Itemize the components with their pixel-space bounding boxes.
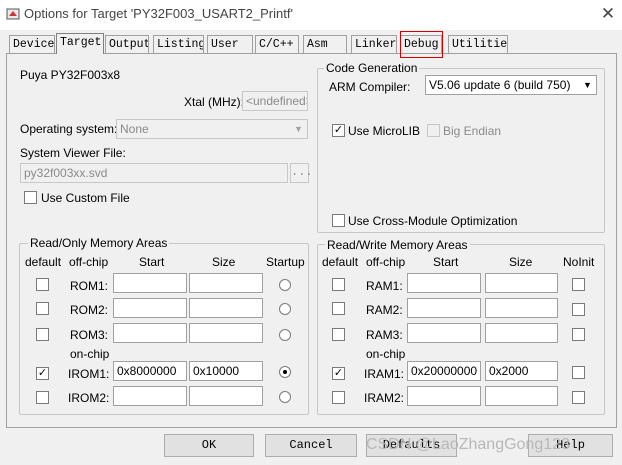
custom-file-label: Use Custom File	[41, 191, 130, 205]
rw-onchip-label: on-chip	[366, 347, 406, 361]
ok-button[interactable]: OK	[164, 434, 254, 457]
ram3-default-checkbox[interactable]	[332, 328, 345, 341]
ro-header-start: Start	[139, 255, 165, 269]
compiler-select[interactable]: V5.06 update 6 (build 750) ▼	[425, 75, 597, 95]
chevron-down-icon: ▼	[294, 124, 303, 134]
ram1-noinit-checkbox[interactable]	[572, 278, 585, 291]
irom2-default-checkbox[interactable]	[36, 391, 49, 404]
rom2-startup-radio[interactable]	[279, 303, 291, 315]
microlib-label: Use MicroLIB	[348, 124, 421, 138]
ram3-noinit-checkbox[interactable]	[572, 328, 585, 341]
ram1-start-input[interactable]	[407, 273, 481, 293]
ro-memory-title: Read/Only Memory Areas	[28, 236, 170, 250]
compiler-value: V5.06 update 6 (build 750)	[429, 78, 571, 92]
rom1-default-checkbox[interactable]	[36, 278, 49, 291]
rom3-label: ROM3:	[70, 328, 109, 342]
rom2-start-input[interactable]	[113, 298, 187, 318]
xtal-input[interactable]: <undefined>	[242, 91, 308, 111]
ram2-size-input[interactable]	[485, 298, 558, 318]
rom2-label: ROM2:	[70, 303, 109, 317]
ram2-default-checkbox[interactable]	[332, 302, 345, 315]
iram2-start-input[interactable]	[407, 386, 481, 406]
rom3-default-checkbox[interactable]	[36, 328, 49, 341]
rom1-label: ROM1:	[70, 279, 109, 293]
cancel-button[interactable]: Cancel	[265, 434, 357, 457]
browse-button[interactable]: ...	[290, 163, 313, 183]
rw-header-start: Start	[433, 255, 459, 269]
ram1-label: RAM1:	[366, 279, 403, 293]
irom1-size-input[interactable]: 0x10000	[189, 361, 263, 381]
ram1-size-input[interactable]	[485, 273, 558, 293]
watermark: CSDN @LaoZhangGong123	[366, 436, 570, 453]
chevron-down-icon: ▼	[583, 80, 592, 90]
irom2-start-input[interactable]	[113, 386, 187, 406]
svf-input[interactable]: py32f003xx.svd	[20, 163, 288, 183]
rw-header-noinit: NoInit	[563, 255, 595, 269]
ro-header-default: default	[25, 255, 62, 269]
rom3-size-input[interactable]	[189, 323, 263, 343]
ro-onchip-label: on-chip	[70, 347, 110, 361]
ram3-start-input[interactable]	[407, 323, 481, 343]
ro-header-size: Size	[212, 255, 236, 269]
ram2-noinit-checkbox[interactable]	[572, 303, 585, 316]
cross-module-label: Use Cross-Module Optimization	[348, 214, 518, 228]
ro-header-offchip: off-chip	[69, 255, 109, 269]
os-select[interactable]: None ▼	[116, 119, 308, 139]
iram2-label: IRAM2:	[364, 391, 405, 405]
rw-header-size: Size	[509, 255, 533, 269]
ram3-label: RAM3:	[366, 328, 403, 342]
irom1-startup-radio[interactable]	[279, 366, 291, 378]
big-endian-label: Big Endian	[443, 124, 502, 138]
ram1-default-checkbox[interactable]	[332, 278, 345, 291]
iram1-label: IRAM1:	[364, 367, 405, 381]
os-label: Operating system:	[20, 122, 118, 136]
device-name: Puya PY32F003x8	[20, 68, 121, 82]
rom1-size-input[interactable]	[189, 273, 263, 293]
irom1-label: IROM1:	[68, 367, 110, 381]
irom1-default-checkbox[interactable]: ✓	[36, 367, 49, 380]
iram1-start-input[interactable]: 0x20000000	[407, 361, 481, 381]
custom-file-checkbox[interactable]	[24, 191, 37, 204]
rw-memory-title: Read/Write Memory Areas	[325, 238, 470, 252]
iram1-default-checkbox[interactable]: ✓	[332, 367, 345, 380]
rom3-start-input[interactable]	[113, 323, 187, 343]
rom1-start-input[interactable]	[113, 273, 187, 293]
iram2-noinit-checkbox[interactable]	[572, 391, 585, 404]
iram2-default-checkbox[interactable]	[332, 391, 345, 404]
compiler-label: ARM Compiler:	[329, 80, 411, 94]
os-value: None	[120, 122, 149, 136]
rom3-startup-radio[interactable]	[279, 329, 291, 341]
code-generation-title: Code Generation	[324, 61, 420, 75]
rom2-default-checkbox[interactable]	[36, 302, 49, 315]
svf-label: System Viewer File:	[20, 146, 126, 160]
microlib-checkbox[interactable]: ✓	[332, 124, 345, 137]
irom2-startup-radio[interactable]	[279, 391, 291, 403]
irom1-start-input[interactable]: 0x8000000	[113, 361, 187, 381]
irom2-label: IROM2:	[68, 391, 110, 405]
iram1-noinit-checkbox[interactable]	[572, 366, 585, 379]
rw-header-offchip: off-chip	[366, 255, 406, 269]
rom2-size-input[interactable]	[189, 298, 263, 318]
irom2-size-input[interactable]	[189, 386, 263, 406]
ram3-size-input[interactable]	[485, 323, 558, 343]
ram2-label: RAM2:	[366, 303, 403, 317]
rom1-startup-radio[interactable]	[279, 279, 291, 291]
ro-header-startup: Startup	[266, 255, 305, 269]
iram1-size-input[interactable]: 0x2000	[485, 361, 558, 381]
rw-header-default: default	[322, 255, 359, 269]
cross-module-checkbox[interactable]	[332, 214, 345, 227]
iram2-size-input[interactable]	[485, 386, 558, 406]
big-endian-checkbox[interactable]	[427, 124, 440, 137]
xtal-label: Xtal (MHz):	[184, 95, 244, 109]
ram2-start-input[interactable]	[407, 298, 481, 318]
